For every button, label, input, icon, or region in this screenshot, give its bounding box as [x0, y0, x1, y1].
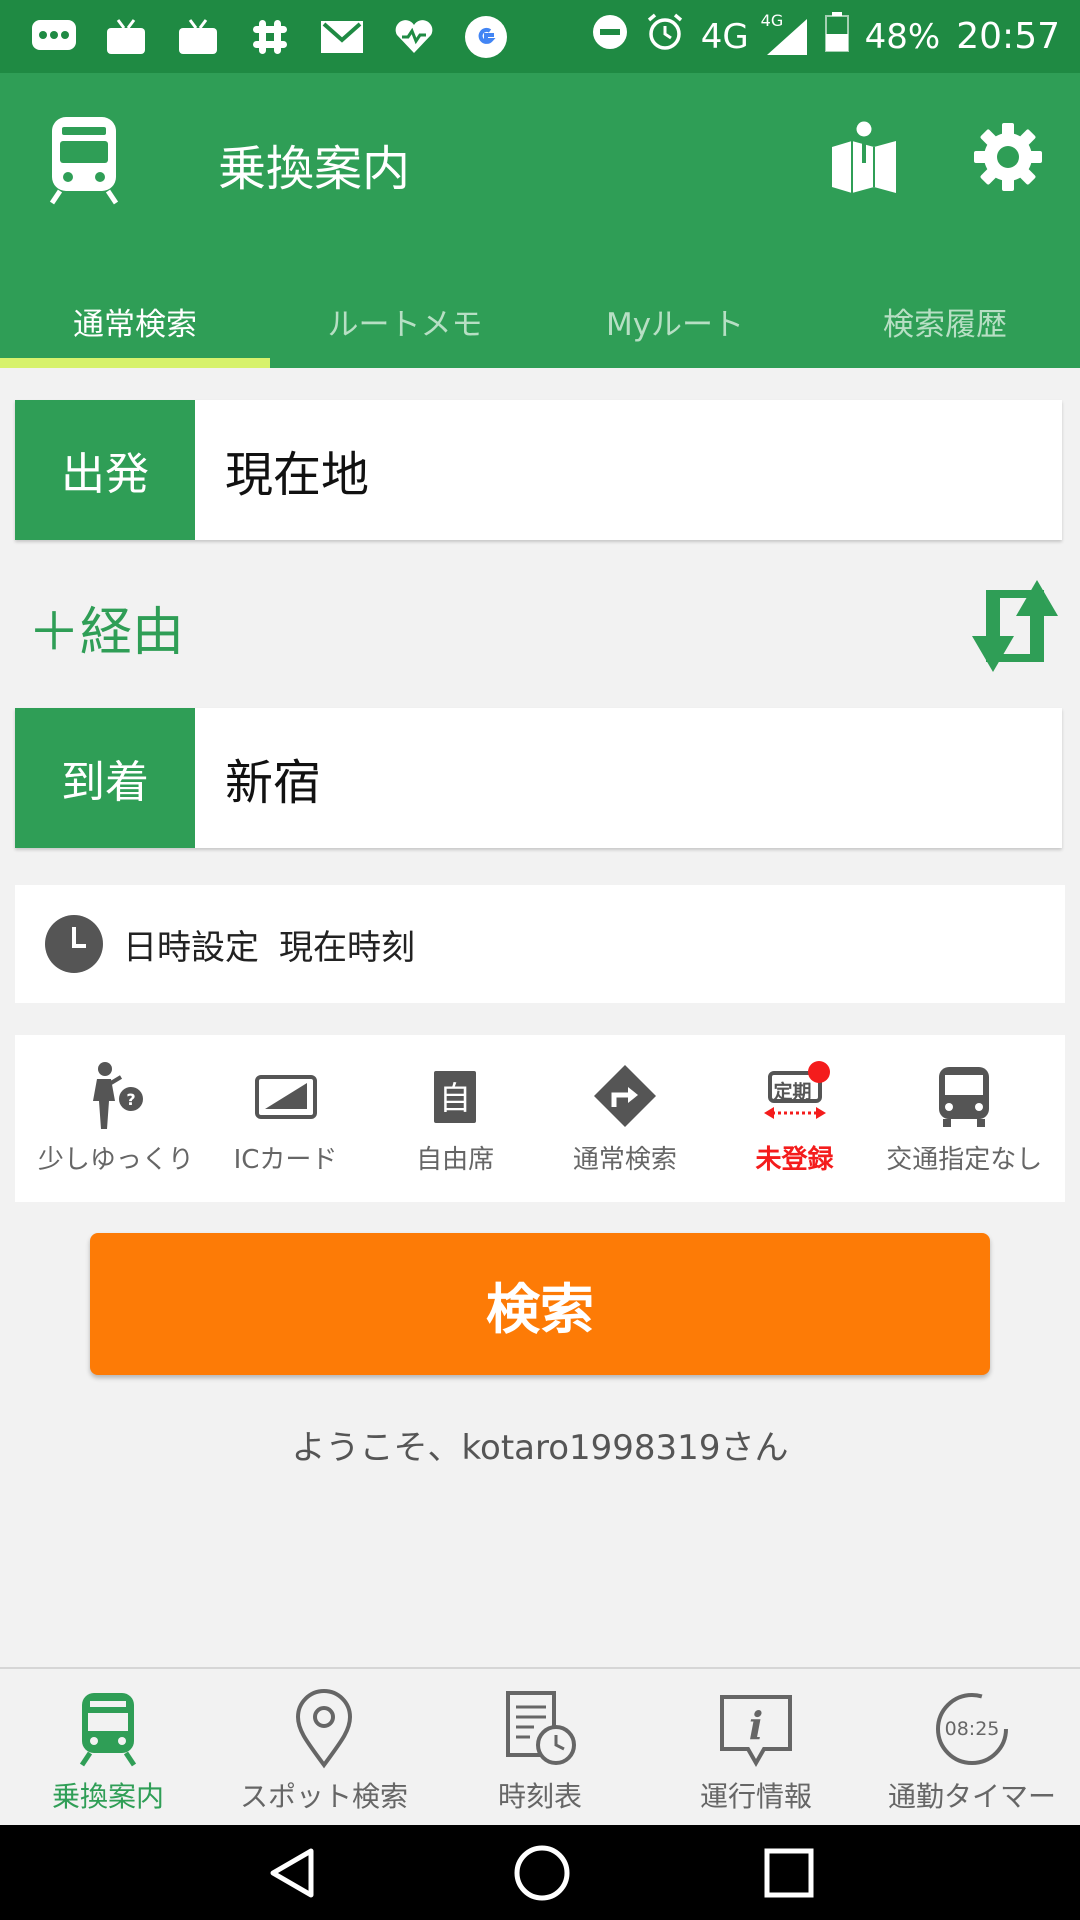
option-route-direction[interactable]: 通常検索: [540, 1035, 710, 1202]
network-type: 4G: [700, 16, 749, 57]
departure-input[interactable]: 現在地: [195, 400, 1062, 540]
train-icon: [79, 1693, 137, 1767]
battery-icon: [824, 12, 849, 61]
option-label: ICカード: [233, 1145, 338, 1175]
nav-label: スポット検索: [239, 1780, 408, 1813]
tab-bar: 通常検索 ルートメモ Myルート 検索履歴: [0, 285, 1080, 368]
nav-service-info[interactable]: i 運行情報: [648, 1669, 864, 1825]
tab-search-history[interactable]: 検索履歴: [810, 285, 1080, 368]
arrival-label: 到着: [15, 708, 195, 848]
nav-label: 運行情報: [699, 1780, 812, 1813]
option-label: 未登録: [755, 1145, 834, 1175]
alarm-icon: [645, 12, 685, 61]
app-title: 乗換案内: [218, 141, 411, 197]
home-icon[interactable]: [512, 1843, 572, 1903]
nav-timetable[interactable]: 時刻表: [432, 1669, 648, 1825]
network-type-small: 4G: [760, 10, 784, 30]
svg-text:自: 自: [439, 1079, 471, 1117]
gear-icon[interactable]: [972, 121, 1044, 193]
option-walking-pace[interactable]: ? 少しゆっくり: [31, 1035, 201, 1202]
swap-icon[interactable]: [970, 578, 1062, 674]
walking-pace-icon: ?: [92, 1062, 143, 1129]
nav-label: 乗換案内: [51, 1780, 164, 1813]
route-direction-icon: [593, 1065, 656, 1127]
commuter-pass-icon: 定期: [760, 1061, 830, 1131]
tab-normal-search[interactable]: 通常検索: [0, 285, 270, 368]
tv-icon: [174, 17, 222, 57]
location-pin-icon: [295, 1689, 353, 1769]
gmail-icon: [318, 17, 366, 57]
clock-icon: [45, 915, 103, 973]
nav-spot-search[interactable]: スポット検索: [216, 1669, 432, 1825]
status-bar: 4G 4G 48% 20:57: [0, 0, 1080, 73]
train-icon: [49, 117, 119, 205]
datetime-setting[interactable]: 日時設定 現在時刻: [15, 885, 1065, 1003]
info-icon: i: [720, 1695, 792, 1768]
map-pin-icon[interactable]: [830, 119, 898, 195]
dnd-icon: [591, 13, 629, 60]
departure-field[interactable]: 出発 現在地: [15, 400, 1062, 540]
tab-route-memo[interactable]: ルートメモ: [270, 285, 540, 368]
option-label: 少しゆっくり: [37, 1145, 194, 1175]
option-commuter-pass[interactable]: 定期 未登録: [710, 1035, 880, 1202]
timer-clock-text: 08:25: [944, 1718, 1000, 1740]
commuter-pass-badge-text: 定期: [773, 1081, 812, 1103]
back-icon[interactable]: [265, 1845, 321, 1901]
clock-time: 20:57: [956, 16, 1060, 57]
arrival-field[interactable]: 到着 新宿: [15, 708, 1062, 848]
search-options: ? 少しゆっくり ICカード 自 自由席 通常検索 定期 未登録 交通指定なし: [15, 1035, 1065, 1202]
bus-icon: [939, 1067, 990, 1127]
nav-label: 通勤タイマー: [887, 1780, 1056, 1813]
arrival-input[interactable]: 新宿: [195, 708, 1062, 848]
system-nav-bar: [0, 1825, 1080, 1920]
battery-percent: 48%: [864, 16, 941, 57]
nav-commute-timer[interactable]: 08:25 通勤タイマー: [864, 1669, 1080, 1825]
svg-text:?: ?: [126, 1090, 135, 1109]
alert-dot: [807, 1061, 830, 1083]
welcome-message: ようこそ、kotaro1998319さん: [291, 1428, 789, 1468]
seat-icon: 自: [434, 1071, 477, 1123]
option-label: 交通指定なし: [886, 1145, 1043, 1175]
app-bar: 乗換案内 通常検索 ルートメモ Myルート 検索履歴: [0, 73, 1080, 368]
option-label: 通常検索: [572, 1145, 677, 1175]
option-ic-card[interactable]: ICカード: [201, 1035, 371, 1202]
datetime-label: 日時設定: [123, 927, 259, 968]
signal-icon: 4G: [761, 11, 809, 57]
nav-transfer[interactable]: 乗換案内: [0, 1669, 216, 1825]
bottom-nav: 乗換案内 スポット検索 時刻表 i 運行情報 08:25 通勤タイマー: [0, 1667, 1080, 1825]
messages-icon: [30, 17, 78, 57]
slack-icon: [246, 17, 294, 57]
recents-icon[interactable]: [763, 1847, 815, 1899]
option-seat[interactable]: 自 自由席: [370, 1035, 540, 1202]
timer-icon: 08:25: [932, 1689, 1012, 1769]
datetime-value: 現在時刻: [279, 927, 415, 968]
google-icon: [462, 15, 510, 58]
tv-icon: [102, 17, 150, 57]
departure-label: 出発: [15, 400, 195, 540]
option-label: 自由席: [416, 1145, 495, 1175]
svg-text:i: i: [749, 1703, 763, 1748]
timetable-icon: [506, 1691, 576, 1765]
heart-icon: [390, 17, 438, 57]
tab-my-route[interactable]: Myルート: [540, 285, 810, 368]
option-transport[interactable]: 交通指定なし: [879, 1035, 1049, 1202]
search-button[interactable]: 検索: [90, 1233, 990, 1375]
nav-label: 時刻表: [497, 1780, 582, 1813]
add-via-button[interactable]: ＋経由: [28, 590, 184, 665]
ic-card-icon: [254, 1075, 317, 1119]
